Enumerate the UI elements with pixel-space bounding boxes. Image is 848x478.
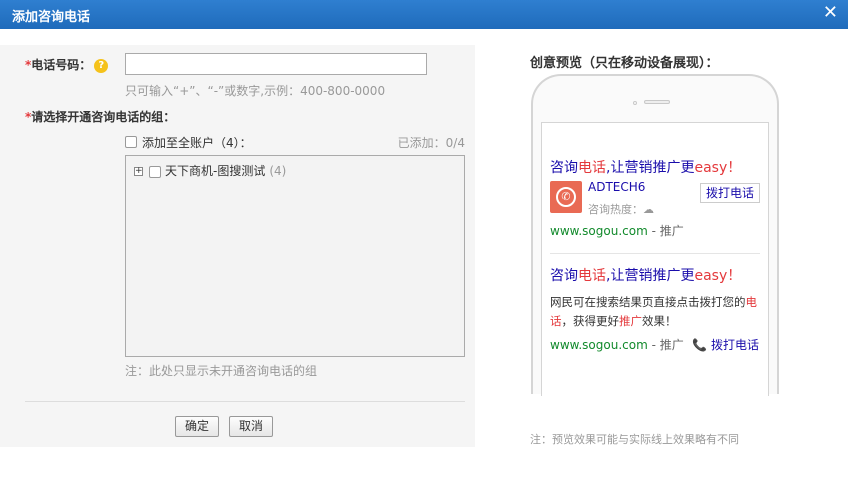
cancel-button[interactable]: 取消: [229, 416, 273, 437]
help-icon[interactable]: ?: [94, 58, 109, 73]
expand-icon[interactable]: +: [134, 167, 143, 176]
ad2-title-highlight: 电话: [578, 268, 606, 284]
tree-note: 注：此处只显示未开通咨询电话的组: [125, 364, 318, 378]
ad1-title-highlight: easy！: [694, 160, 742, 176]
heat-label: 咨询热度：: [588, 203, 643, 216]
phone-input[interactable]: [125, 53, 427, 75]
group-tree: + 天下商机-图搜测试 (4): [125, 155, 465, 357]
group-name[interactable]: 天下商机-图搜测试: [165, 164, 265, 178]
group-count: (4): [269, 164, 287, 178]
desc-highlight: 推广: [619, 314, 642, 328]
camera-icon: [633, 101, 637, 105]
ad1-title-part: ,让营销推广更: [606, 160, 695, 176]
added-count: 已添加：0/4: [397, 136, 465, 150]
dialog-title: 添加咨询电话: [12, 10, 91, 25]
call-link-text: 拨打电话: [710, 338, 759, 352]
preview-footnote: 注：预览效果可能与实际线上效果略有不同: [530, 433, 739, 446]
all-accounts-label: 添加至全账户（4）：: [142, 136, 252, 150]
tree-item: + 天下商机-图搜测试 (4): [134, 162, 286, 180]
phone-mockup: 咨询电话,让营销推广更easy！ ✆ ADTECH6 咨询热度：☁ 拨打电话 w…: [531, 74, 779, 396]
phone-icon: ✆: [556, 187, 576, 207]
all-accounts-row: 添加至全账户（4）： 已添加：0/4: [125, 133, 465, 151]
ad2-title-highlight: easy！: [694, 268, 742, 284]
phone-screen: 咨询电话,让营销推广更easy！ ✆ ADTECH6 咨询热度：☁ 拨打电话 w…: [541, 122, 769, 396]
url-suffix: - 推广: [647, 338, 684, 352]
ad1-title: 咨询电话,让营销推广更easy！: [550, 157, 741, 177]
phone-label-text: 电话号码：: [31, 58, 92, 72]
ad1-brand: ADTECH6: [588, 180, 646, 194]
ad1-title-part: 咨询: [550, 160, 578, 176]
url-text: www.sogou.com: [550, 224, 648, 238]
dialog-titlebar: 添加咨询电话 ✕: [0, 0, 848, 29]
speaker-icon: [644, 100, 670, 104]
ad2-call-link: 📞 拨打电话: [692, 336, 759, 353]
phone-call-icon: 📞: [692, 338, 707, 352]
confirm-button[interactable]: 确定: [175, 416, 219, 437]
ad2-description: 网民可在搜索结果页直接点击拨打您的电话，获得更好推广效果！: [550, 293, 764, 331]
ad2-url: www.sogou.com - 推广: [550, 336, 684, 353]
heat-icon: ☁: [643, 203, 654, 216]
group-label: *请选择开通咨询电话的组：: [25, 108, 175, 125]
preview-title: 创意预览（只在移动设备展现）：: [530, 56, 719, 71]
group-label-text: 请选择开通咨询电话的组：: [31, 110, 176, 124]
phone-label: *电话号码：?: [25, 56, 109, 73]
divider: [25, 401, 465, 402]
url-suffix: - 推广: [647, 224, 684, 238]
ad-separator: [550, 253, 760, 254]
ad1-url: www.sogou.com - 推广: [550, 222, 684, 239]
group-checkbox[interactable]: [149, 165, 161, 178]
ad1-title-highlight: 电话: [578, 160, 606, 176]
desc-part: 网民可在搜索结果页直接点击拨打您的: [550, 295, 746, 309]
ad2-title-part: ,让营销推广更: [606, 268, 695, 284]
url-text: www.sogou.com: [550, 338, 648, 352]
ad2-title-part: 咨询: [550, 268, 578, 284]
ad1-heat: 咨询热度：☁: [588, 201, 654, 217]
desc-part: 效果！: [642, 314, 677, 328]
all-accounts-checkbox[interactable]: [125, 136, 137, 148]
ad1-call-button: 拨打电话: [700, 183, 760, 203]
ad1-phone-icon: ✆: [550, 181, 582, 213]
phone-hint: 只可输入“+”、“-”或数字,示例：400-800-0000: [125, 84, 386, 98]
desc-part: ，获得更好: [561, 314, 620, 328]
ad2-title: 咨询电话,让营销推广更easy！: [550, 265, 741, 285]
close-icon[interactable]: ✕: [823, 3, 838, 23]
